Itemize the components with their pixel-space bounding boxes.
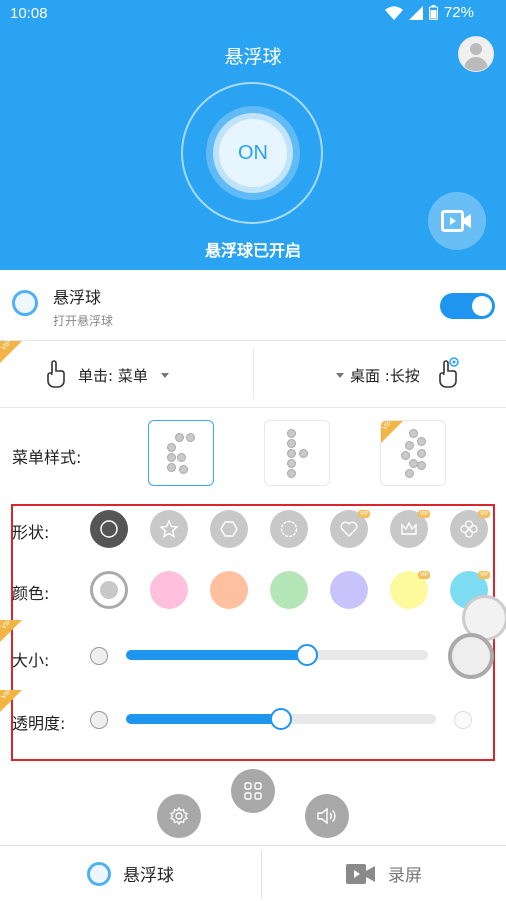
flower-icon (460, 520, 478, 538)
chevron-down-icon (161, 373, 169, 378)
video-camera-icon (441, 210, 471, 232)
menu-style-option-3[interactable]: VIP (380, 420, 446, 486)
hexagon-icon (220, 521, 238, 537)
tab-screen-record-label: 录屏 (388, 866, 422, 886)
vip-badge: VIP (0, 618, 22, 642)
opacity-slider-fill (126, 714, 281, 724)
divider (253, 349, 254, 399)
menu-style-option-2[interactable] (264, 420, 330, 486)
signal-icon (408, 5, 423, 20)
status-time: 10:08 (10, 5, 48, 22)
vip-badge: VIP (358, 510, 370, 518)
video-camera-icon (346, 863, 375, 884)
vip-badge: VIP (418, 571, 430, 579)
opacity-low-icon (90, 711, 108, 729)
battery-icon (428, 5, 438, 20)
color-yellow-button[interactable]: VIP (390, 571, 430, 609)
menu-style-option-1[interactable] (148, 420, 214, 486)
single-click-select[interactable]: 单击: 菜单 (78, 365, 148, 386)
shape-star-button[interactable] (150, 510, 188, 548)
opacity-label: 透明度: (12, 714, 66, 733)
gear-icon (170, 806, 188, 826)
shape-circle-button[interactable] (90, 510, 128, 548)
heart-icon (340, 521, 358, 537)
vip-badge: VIP (478, 571, 490, 579)
star-icon (159, 519, 179, 538)
header: 10:08 72% 悬浮球 ON 悬浮球已开启 (0, 0, 506, 270)
settings-button[interactable] (157, 794, 201, 838)
shape-label: 形状: (12, 523, 50, 542)
size-slider-fill (126, 650, 308, 660)
avatar[interactable] (458, 36, 494, 72)
circle-icon (100, 520, 118, 538)
grid-icon (244, 782, 262, 800)
size-label: 大小: (12, 651, 50, 670)
float-ball-icon (87, 861, 111, 886)
color-purple-button[interactable] (330, 571, 368, 609)
click-action-row: VIP 单击: 菜单 桌面 :长按 (0, 339, 506, 408)
vip-badge: VIP (0, 688, 22, 712)
float-ball-toggle-row: 悬浮球 打开悬浮球 (0, 270, 506, 341)
volume-icon (317, 807, 336, 825)
vip-badge: VIP (418, 510, 430, 518)
menu-style-row: 菜单样式: VIP (0, 408, 506, 500)
menu-style-label: 菜单样式: (12, 448, 82, 467)
battery-level: 72% (443, 4, 474, 21)
toggle-subtitle: 打开悬浮球 (53, 314, 114, 328)
volume-button[interactable] (305, 794, 349, 838)
tab-float-ball[interactable]: 悬浮球 (0, 846, 261, 901)
shape-flower-button[interactable]: VIP (450, 510, 490, 548)
toggle-title: 悬浮球 (53, 288, 102, 307)
size-small-icon (90, 647, 108, 665)
bottom-tab-bar: 悬浮球 录屏 (0, 845, 506, 901)
page-title: 悬浮球 (224, 46, 282, 68)
opacity-slider-handle[interactable] (270, 708, 292, 730)
tap-hand-icon (47, 360, 65, 388)
apps-grid-button[interactable] (231, 769, 275, 813)
chevron-down-icon (336, 373, 344, 378)
wifi-icon (384, 5, 403, 20)
opacity-high-icon (454, 711, 472, 729)
vip-badge: VIP (0, 339, 22, 363)
shape-heart-button[interactable]: VIP (330, 510, 370, 548)
color-pink-button[interactable] (150, 571, 188, 609)
crown-icon (401, 521, 417, 535)
opacity-slider[interactable] (126, 708, 436, 730)
status-icons: 72% (384, 4, 474, 21)
power-on-button[interactable]: ON (219, 119, 287, 187)
vip-badge: VIP (381, 421, 403, 443)
tab-float-ball-label: 悬浮球 (123, 866, 174, 886)
color-green-button[interactable] (270, 571, 308, 609)
tab-screen-record[interactable]: 录屏 (262, 846, 506, 901)
vip-badge: VIP (478, 510, 490, 518)
float-ball-switch[interactable] (440, 293, 495, 319)
shape-badge-button[interactable] (270, 510, 308, 548)
badge-icon (280, 520, 298, 538)
size-slider[interactable] (126, 644, 428, 666)
shape-hexagon-button[interactable] (210, 510, 248, 548)
color-label: 颜色: (12, 584, 50, 603)
color-gray-button[interactable] (90, 571, 128, 609)
color-orange-button[interactable] (210, 571, 248, 609)
long-press-select[interactable]: 桌面 :长按 (350, 365, 420, 386)
float-ball-icon (12, 290, 38, 316)
record-button[interactable] (428, 192, 486, 250)
preview-ball[interactable] (448, 633, 494, 679)
shape-crown-button[interactable]: VIP (390, 510, 430, 548)
float-ball-status: 悬浮球已开启 (204, 241, 301, 260)
long-press-hand-icon (439, 357, 459, 388)
